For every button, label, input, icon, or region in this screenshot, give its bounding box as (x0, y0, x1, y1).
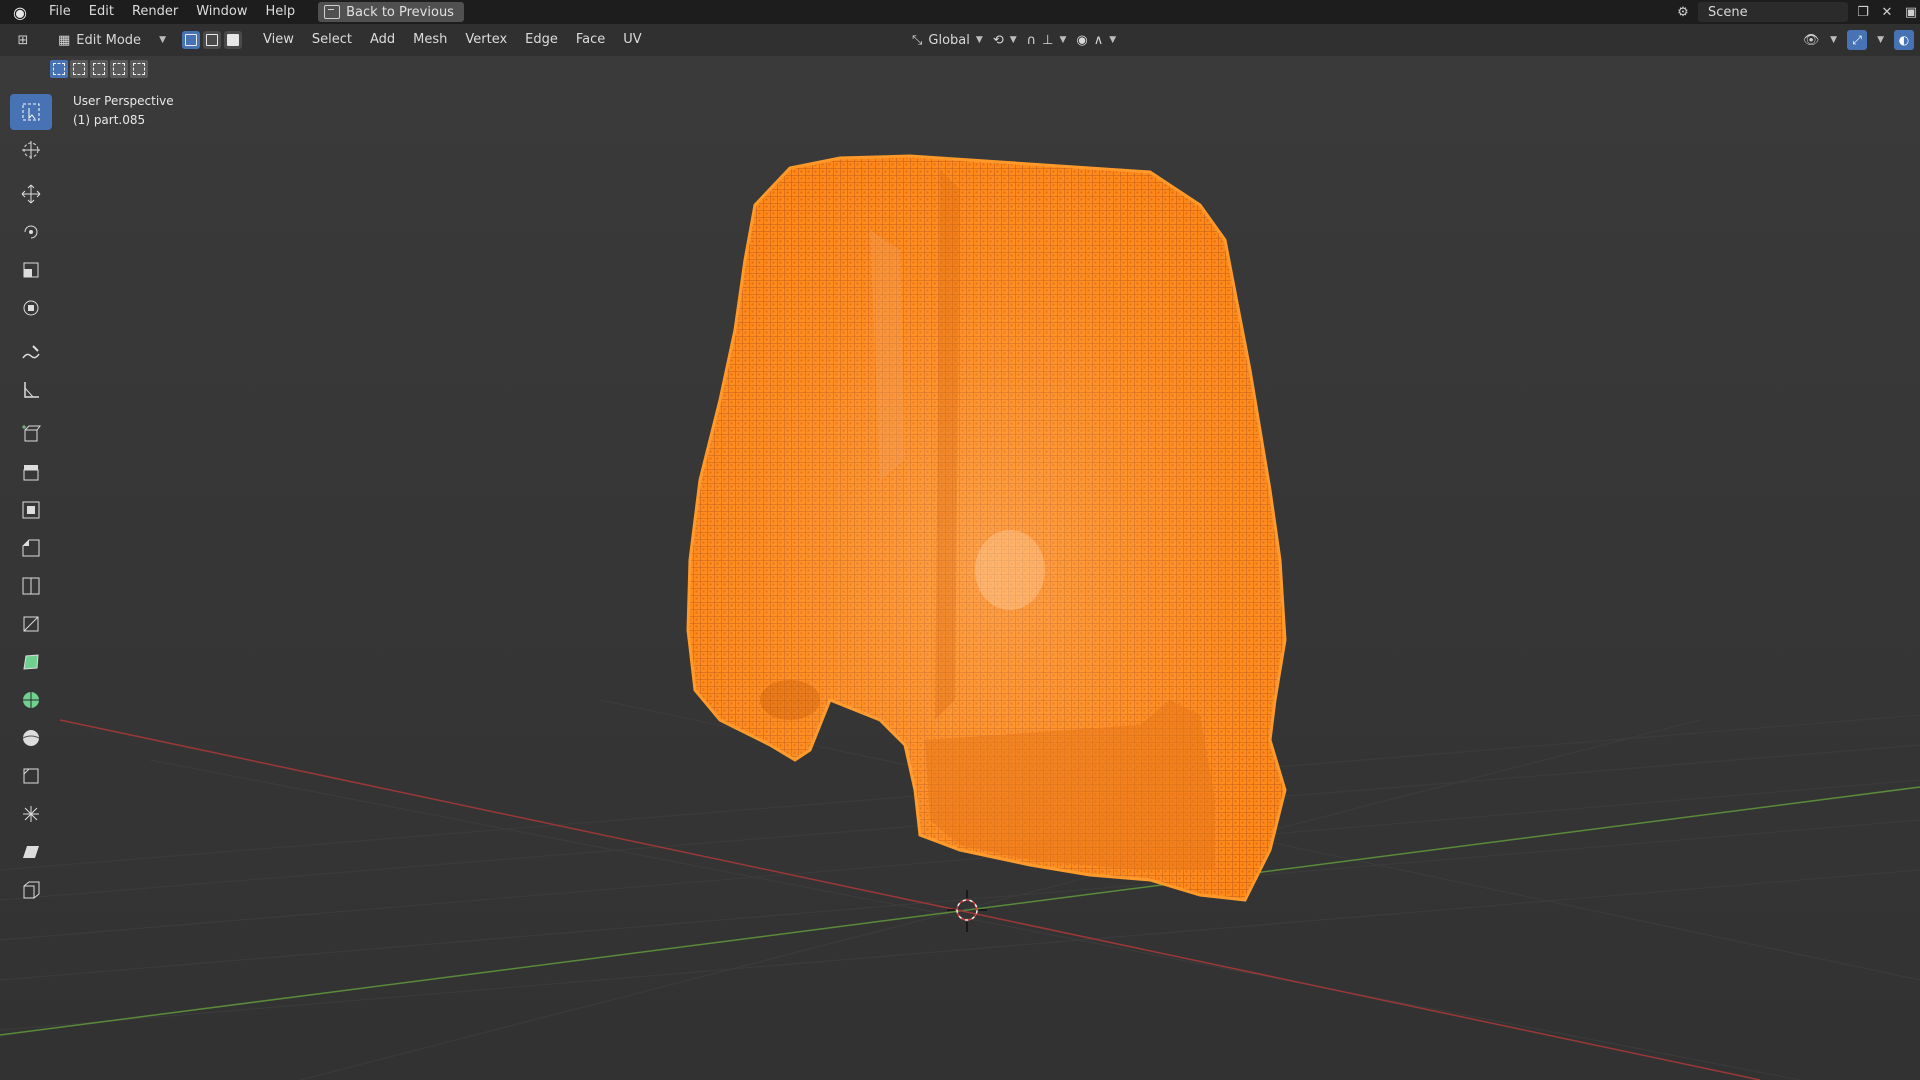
extrude-tool-icon[interactable] (10, 454, 52, 490)
proportional-edit-icon: ◉ (1076, 32, 1088, 48)
scene-icon[interactable]: ⚙ (1674, 3, 1692, 21)
viewport-info-overlay: User Perspective (1) part.085 (73, 92, 174, 130)
smooth-tool-icon[interactable] (10, 720, 52, 756)
menu-uv[interactable]: UV (614, 24, 650, 56)
object-name: (1) part.085 (73, 113, 146, 127)
scene-name: Scene (1708, 4, 1748, 20)
orientation-icon: ⤡ (912, 32, 923, 48)
spin-tool-icon[interactable] (10, 682, 52, 718)
viewport-canvas (0, 56, 1920, 1080)
shear-tool-icon[interactable] (10, 834, 52, 870)
3d-viewport[interactable] (0, 56, 1920, 1080)
visibility-icon[interactable]: 👁 (1802, 31, 1820, 49)
overlay-toggle-icon[interactable]: ◐ (1894, 30, 1914, 50)
menu-file[interactable]: File (40, 0, 80, 24)
menu-help[interactable]: Help (257, 0, 305, 24)
chevron-down-icon: ▼ (1109, 35, 1117, 45)
menu-view[interactable]: View (254, 24, 303, 56)
viewport-menu: View Select Add Mesh Vertex Edge Face UV (254, 24, 651, 56)
snap-magnet-icon: ∩ (1026, 32, 1037, 48)
inset-tool-icon[interactable] (10, 492, 52, 528)
cursor-tool-icon[interactable] (10, 132, 52, 168)
shrink-fatten-tool-icon[interactable] (10, 796, 52, 832)
snap-dropdown[interactable]: ∩ ⊥ ▼ (1027, 33, 1067, 48)
chevron-down-icon: ▼ (1009, 35, 1017, 45)
annotate-tool-icon[interactable] (10, 334, 52, 370)
gizmo-toggle-icon[interactable]: ⤢ (1847, 30, 1868, 50)
select-invert-button[interactable] (110, 60, 128, 78)
back-to-previous-label: Back to Previous (346, 4, 454, 20)
select-box-tool-icon[interactable] (10, 94, 52, 130)
select-extend-button[interactable] (70, 60, 88, 78)
bevel-tool-icon[interactable] (10, 530, 52, 566)
rip-tool-icon[interactable] (10, 872, 52, 908)
menu-window[interactable]: Window (187, 0, 256, 24)
menu-render[interactable]: Render (123, 0, 187, 24)
scene-selector-area: ⚙ Scene ❐ ✕ ▣ (1674, 0, 1920, 24)
menu-face[interactable]: Face (567, 24, 614, 56)
transform-tools: ⤡ Global ▼ ⟲ ▼ ∩ ⊥ ▼ ◉ ∧ ▼ (912, 24, 1116, 56)
editor-type-icon[interactable]: ⊞ (14, 31, 32, 49)
top-menu-bar: ◉ File Edit Render Window Help Back to P… (0, 0, 1920, 24)
chevron-down-icon: ▼ (1059, 35, 1067, 45)
falloff-icon: ∧ (1093, 32, 1104, 48)
chevron-down-icon: ▼ (975, 35, 983, 45)
view-name: User Perspective (73, 94, 174, 108)
viewport-header: ⊞ ▦ Edit Mode ▼ View Select Add Mesh Ver… (0, 24, 1920, 56)
move-tool-icon[interactable] (10, 176, 52, 212)
back-to-previous-button[interactable]: Back to Previous (318, 2, 464, 22)
add-cube-tool-icon[interactable] (10, 416, 52, 452)
chevron-down-icon[interactable]: ▼ (1830, 35, 1837, 45)
transform-orientation-dropdown[interactable]: ⤡ Global ▼ (912, 33, 983, 48)
transform-tool-icon[interactable] (10, 290, 52, 326)
measure-tool-icon[interactable] (10, 372, 52, 408)
menu-add[interactable]: Add (361, 24, 404, 56)
scale-tool-icon[interactable] (10, 252, 52, 288)
menu-mesh[interactable]: Mesh (404, 24, 456, 56)
select-mode-toggles (182, 31, 242, 49)
scene-name-field[interactable]: Scene (1698, 2, 1848, 22)
chevron-down-icon[interactable]: ▼ (1877, 35, 1884, 45)
view-layer-icon[interactable]: ▣ (1902, 3, 1920, 21)
pivot-icon: ⟲ (992, 32, 1004, 48)
rotate-tool-icon[interactable] (10, 214, 52, 250)
tool-shelf (10, 94, 54, 910)
menu-edit[interactable]: Edit (80, 0, 123, 24)
viewport-right-tools: 👁 ▼ ⤢ ▼ ◐ (1802, 24, 1920, 56)
select-new-button[interactable] (50, 60, 68, 78)
orientation-label: Global (928, 32, 970, 48)
face-select-button[interactable] (224, 31, 242, 49)
new-scene-icon[interactable]: ❐ (1854, 3, 1872, 21)
mode-label: Edit Mode (76, 32, 142, 48)
edge-slide-tool-icon[interactable] (10, 758, 52, 794)
chevron-down-icon: ▼ (159, 35, 166, 45)
blender-logo-icon[interactable]: ◉ (0, 0, 40, 24)
screen-icon (324, 5, 341, 19)
menu-edge[interactable]: Edge (516, 24, 567, 56)
delete-scene-icon[interactable]: ✕ (1878, 3, 1896, 21)
vertex-select-button[interactable] (182, 31, 200, 49)
menu-select[interactable]: Select (303, 24, 361, 56)
select-intersect-button[interactable] (130, 60, 148, 78)
box-select-mode-row (50, 60, 148, 78)
select-subtract-button[interactable] (90, 60, 108, 78)
loop-cut-tool-icon[interactable] (10, 568, 52, 604)
menu-vertex[interactable]: Vertex (456, 24, 516, 56)
mode-dropdown[interactable]: ▦ Edit Mode ▼ (52, 29, 172, 51)
snap-target-icon: ⊥ (1042, 32, 1054, 48)
pivot-point-dropdown[interactable]: ⟲ ▼ (993, 33, 1017, 48)
edit-mode-icon: ▦ (58, 32, 71, 48)
proportional-edit-dropdown[interactable]: ◉ ∧ ▼ (1076, 33, 1116, 48)
poly-build-tool-icon[interactable] (10, 644, 52, 680)
knife-tool-icon[interactable] (10, 606, 52, 642)
edge-select-button[interactable] (203, 31, 221, 49)
